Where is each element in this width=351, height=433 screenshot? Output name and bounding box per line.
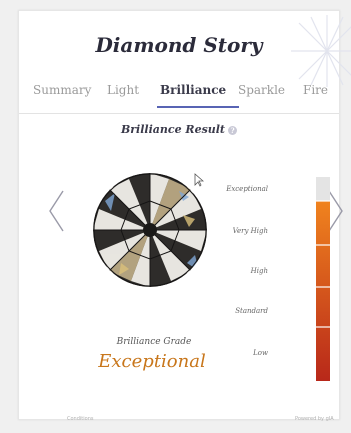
chevron-left-icon[interactable] <box>47 189 67 233</box>
footer-conditions-link[interactable]: Conditions <box>67 416 93 422</box>
bar-fill-segment <box>316 201 330 381</box>
tab-light[interactable]: Light <box>107 83 139 97</box>
help-icon[interactable]: ? <box>228 125 238 135</box>
tab-fire[interactable]: Fire <box>303 83 328 97</box>
footer-powered-by: Powered by gIA <box>295 416 334 422</box>
diamond-story-card: Diamond Story Summary Light Brilliance S… <box>18 10 351 422</box>
scale-label-very-high: Very High <box>232 227 268 235</box>
page-title: Diamond Story <box>95 33 263 57</box>
brilliance-result-heading: Brilliance Result? <box>19 123 339 136</box>
grade-level-bar <box>316 177 330 381</box>
tab-brilliance[interactable]: Brilliance <box>160 83 226 97</box>
scale-label-low: Low <box>253 349 268 357</box>
scale-label-standard: Standard <box>235 307 268 315</box>
tab-bar: Summary Light Brilliance Sparkle Fire <box>19 83 339 114</box>
tab-sparkle[interactable]: Sparkle <box>238 83 285 97</box>
brilliance-grade-value: Exceptional <box>98 351 206 372</box>
mouse-cursor-icon <box>194 173 204 187</box>
bar-empty-segment <box>316 177 330 201</box>
scale-label-exceptional: Exceptional <box>226 185 268 193</box>
scale-label-high: High <box>250 267 268 275</box>
brilliance-grade-label: Brilliance Grade <box>116 337 192 347</box>
diamond-image <box>93 173 207 287</box>
tab-summary[interactable]: Summary <box>33 83 91 97</box>
active-tab-indicator <box>157 106 239 108</box>
brilliance-result-label: Brilliance Result <box>120 123 226 136</box>
